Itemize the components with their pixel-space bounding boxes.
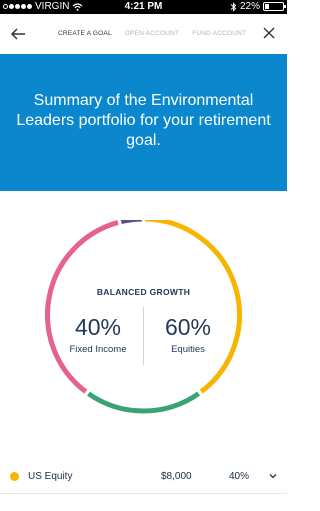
progress-steps: CREATE A GOAL OPEN ACCOUNT FUND ACCOUNT: [58, 30, 246, 37]
strategy-label: BALANCED GROWTH: [96, 287, 191, 297]
bluetooth-icon: [230, 1, 237, 12]
holding-name: US Equity: [28, 471, 73, 482]
chevron-down-icon[interactable]: [269, 472, 277, 480]
holding-percent: 40%: [229, 471, 250, 482]
status-right: 22%: [230, 1, 286, 12]
battery-icon: [263, 2, 286, 11]
donut-segment-green-segment: [87, 391, 200, 414]
equities-percent: 60%: [164, 314, 212, 340]
allocation-donut: BALANCED GROWTH 40% Fixed Income 60% Equ…: [0, 220, 287, 430]
equities-stat: 60% Equities: [143, 314, 233, 355]
step-open-account: OPEN ACCOUNT: [124, 30, 180, 37]
fixed-income-percent: 40%: [74, 314, 122, 340]
hero-title: Summary of the Environmental Leaders por…: [16, 92, 271, 149]
battery-percent: 22%: [239, 1, 260, 12]
donut-segment-purple-segment: [120, 220, 142, 225]
holding-row-us-equity[interactable]: US Equity $8,000 40%: [0, 460, 287, 494]
step-create-goal: CREATE A GOAL: [58, 30, 112, 37]
fixed-income-stat: 40% Fixed Income: [53, 314, 143, 355]
fixed-income-label: Fixed Income: [69, 344, 127, 355]
holding-amount: $8,000: [161, 471, 192, 482]
donut-segment-pink-segment: [45, 220, 119, 394]
close-icon[interactable]: [261, 25, 277, 41]
back-arrow-icon[interactable]: [8, 24, 28, 44]
holding-color-swatch: [10, 472, 19, 481]
top-nav: CREATE A GOAL OPEN ACCOUNT FUND ACCOUNT: [0, 14, 287, 54]
donut-segment-us-equity: [145, 220, 242, 394]
step-fund-account: FUND ACCOUNT: [192, 30, 247, 37]
equities-label: Equities: [171, 344, 205, 355]
status-bar: VIRGIN 4:21 PM 22%: [0, 0, 287, 14]
hero-banner: Summary of the Environmental Leaders por…: [0, 54, 287, 191]
